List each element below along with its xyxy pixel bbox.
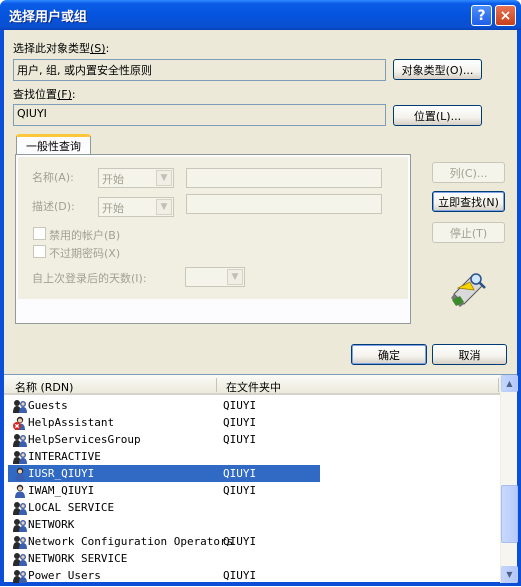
- disabled-accounts-label: 禁用的帐户(B): [49, 229, 121, 242]
- list-item[interactable]: Guests QIUYI: [8, 397, 320, 414]
- group-icon: [12, 568, 28, 584]
- list-item-folder: QIUYI: [223, 569, 257, 582]
- list-item-name: IWAM_QIUYI: [28, 484, 95, 497]
- list-item[interactable]: IUSR_QIUYI QIUYI: [8, 465, 320, 482]
- list-item-name: IUSR_QIUYI: [28, 467, 95, 480]
- chevron-down-icon: ▼: [227, 269, 243, 285]
- name-label: 名称(A):: [32, 171, 74, 184]
- list-item-folder: QIUYI: [223, 433, 257, 446]
- object-types-field: 用户, 组, 或内置安全性原则: [13, 59, 386, 81]
- close-button[interactable]: ×: [495, 5, 516, 26]
- tab-panel: 名称(A): 开始 ▼ 描述(D): 开始 ▼ 禁用的帐户(B) 不过期密码(X…: [15, 154, 411, 324]
- columns-button[interactable]: 列(C)...: [432, 162, 505, 183]
- list-item[interactable]: Power Users QIUYI: [8, 567, 320, 584]
- column-divider[interactable]: [498, 378, 499, 392]
- location-field: QIUYI: [13, 104, 386, 126]
- chevron-down-icon: ▼: [506, 570, 513, 579]
- scroll-thumb[interactable]: [501, 485, 518, 543]
- dialog-window: 选择用户或组 ? × 选择此对象类型(S): 用户, 组, 或内置安全性原则 对…: [0, 0, 521, 586]
- column-header-folder[interactable]: 在文件夹中: [226, 379, 281, 395]
- list-item[interactable]: Network Configuration Operators QIUYI: [8, 533, 320, 550]
- list-item-name: HelpAssistant: [28, 416, 115, 429]
- description-label: 描述(D):: [32, 200, 75, 213]
- list-item-name: Guests: [28, 399, 68, 412]
- list-item-name: LOCAL SERVICE: [28, 501, 115, 514]
- group-icon: [12, 517, 28, 533]
- find-now-button[interactable]: 立即查找(N): [432, 191, 505, 212]
- name-input[interactable]: [186, 168, 382, 188]
- list-item-folder: QIUYI: [223, 399, 257, 412]
- object-types-label: 选择此对象类型(S):: [13, 42, 110, 55]
- group-icon: [12, 551, 28, 567]
- list-item-name: HelpServicesGroup: [28, 433, 141, 446]
- disabled-accounts-checkbox[interactable]: [33, 227, 46, 240]
- group-icon: [12, 449, 28, 465]
- list-item[interactable]: HelpServicesGroup QIUYI: [8, 431, 320, 448]
- list-item[interactable]: NETWORK SERVICE: [8, 550, 320, 567]
- column-divider[interactable]: [216, 378, 217, 392]
- cancel-button[interactable]: 取消: [432, 344, 507, 365]
- object-types-button[interactable]: 对象类型(O)...: [393, 59, 482, 80]
- scroll-up-button[interactable]: ▲: [501, 375, 518, 392]
- window-title: 选择用户或组: [9, 10, 88, 25]
- search-flashlight-icon: [451, 273, 486, 307]
- close-icon: ×: [499, 7, 512, 24]
- list-item[interactable]: LOCAL SERVICE: [8, 499, 320, 516]
- no-expire-password-checkbox[interactable]: [33, 245, 46, 258]
- description-operator-combo[interactable]: 开始 ▼: [98, 197, 174, 217]
- group-icon: [12, 398, 28, 414]
- name-operator-combo[interactable]: 开始 ▼: [98, 168, 174, 188]
- days-since-logon-label: 自上次登录后的天数(I):: [32, 272, 147, 285]
- list-item-name: Network Configuration Operators: [28, 535, 234, 548]
- ok-button[interactable]: 确定: [351, 344, 427, 365]
- list-item[interactable]: INTERACTIVE: [8, 448, 320, 465]
- no-expire-password-label: 不过期密码(X): [49, 247, 121, 260]
- list-item-folder: QIUYI: [223, 535, 257, 548]
- dialog-body: 选择此对象类型(S): 用户, 组, 或内置安全性原则 对象类型(O)... 查…: [4, 30, 518, 584]
- results-header: 名称 (RDN) 在文件夹中: [4, 375, 500, 395]
- location-button[interactable]: 位置(L)...: [393, 105, 482, 126]
- user-icon: [12, 466, 28, 482]
- search-results-list[interactable]: 名称 (RDN) 在文件夹中 Guests QIUYI HelpAssistant Q…: [4, 374, 518, 584]
- description-input[interactable]: [186, 194, 382, 214]
- list-item-folder: QIUYI: [223, 467, 257, 480]
- chevron-down-icon: ▼: [156, 199, 172, 215]
- chevron-down-icon: ▼: [156, 170, 172, 186]
- list-item-name: NETWORK SERVICE: [28, 552, 128, 565]
- days-since-logon-combo[interactable]: ▼: [185, 267, 245, 287]
- list-item-name: Power Users: [28, 569, 101, 582]
- tab-general-query[interactable]: 一般性查询: [16, 134, 91, 155]
- list-item-folder: QIUYI: [223, 416, 257, 429]
- list-item[interactable]: HelpAssistant QIUYI: [8, 414, 320, 431]
- list-item[interactable]: IWAM_QIUYI QIUYI: [8, 482, 320, 499]
- query-area: 名称(A): 开始 ▼ 描述(D): 开始 ▼ 禁用的帐户(B) 不过期密码(X…: [18, 157, 408, 299]
- location-label: 查找位置(F):: [13, 88, 76, 101]
- disabled-user-icon: [12, 415, 28, 431]
- stop-button[interactable]: 停止(T): [432, 222, 505, 243]
- scroll-down-button[interactable]: ▼: [501, 566, 518, 583]
- list-item-name: INTERACTIVE: [28, 450, 101, 463]
- group-icon: [12, 432, 28, 448]
- group-icon: [12, 534, 28, 550]
- help-button[interactable]: ?: [471, 5, 492, 26]
- help-icon: ?: [477, 7, 486, 24]
- list-item-folder: QIUYI: [223, 484, 257, 497]
- column-header-name[interactable]: 名称 (RDN): [15, 379, 73, 395]
- list-item[interactable]: NETWORK: [8, 516, 320, 533]
- group-icon: [12, 500, 28, 516]
- user-icon: [12, 483, 28, 499]
- list-item-name: NETWORK: [28, 518, 75, 531]
- vertical-scrollbar[interactable]: ▲ ▼: [500, 375, 518, 583]
- title-bar[interactable]: 选择用户或组 ? ×: [0, 0, 521, 30]
- chevron-up-icon: ▲: [506, 379, 513, 388]
